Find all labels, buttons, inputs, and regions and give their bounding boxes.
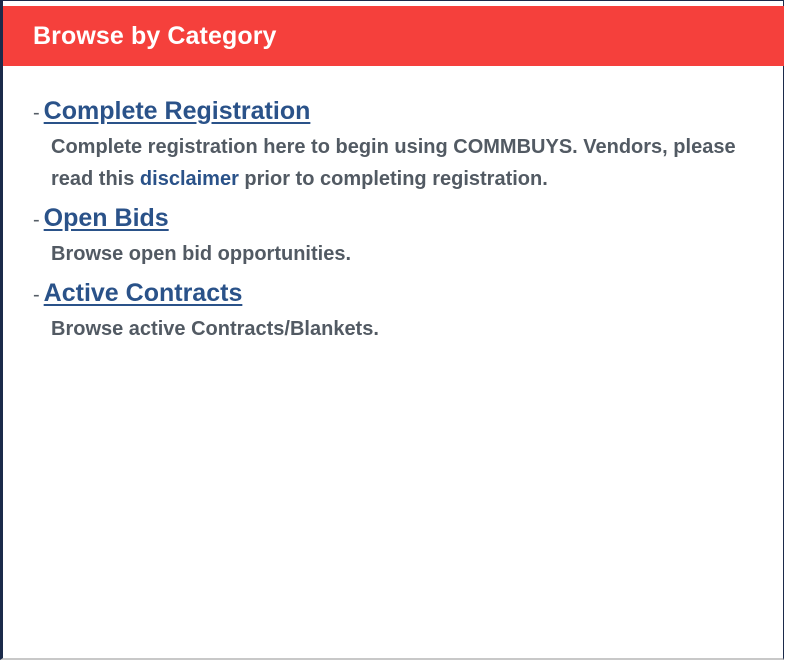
panel-title: Browse by Category [33,21,277,50]
browse-by-category-panel: Browse by Category - Complete Registrati… [0,0,784,660]
panel-header: Browse by Category [3,6,784,66]
list-item-complete-registration: - Complete Registration Complete registr… [33,97,763,195]
bullet-dash: - [33,284,40,306]
active-contracts-link[interactable]: Active Contracts [44,279,243,308]
list-item-head: - Open Bids [33,204,763,238]
category-list: - Complete Registration Complete registr… [33,97,763,354]
list-item-head: - Active Contracts [33,279,763,313]
bullet-dash: - [33,102,40,124]
bullet-dash: - [33,209,40,231]
open-bids-link[interactable]: Open Bids [44,204,169,233]
open-bids-description: Browse open bid opportunities. [51,243,351,265]
complete-registration-description: Complete registration here to begin usin… [51,131,763,195]
list-item-head: - Complete Registration [33,97,763,131]
disclaimer-link[interactable]: disclaimer [140,168,239,190]
complete-registration-link[interactable]: Complete Registration [44,97,311,126]
list-item-active-contracts: - Active Contracts Browse active Contrac… [33,279,763,345]
active-contracts-description: Browse active Contracts/Blankets. [51,318,379,340]
list-item-open-bids: - Open Bids Browse open bid opportunitie… [33,204,763,270]
description-text: prior to completing registration. [238,168,548,190]
